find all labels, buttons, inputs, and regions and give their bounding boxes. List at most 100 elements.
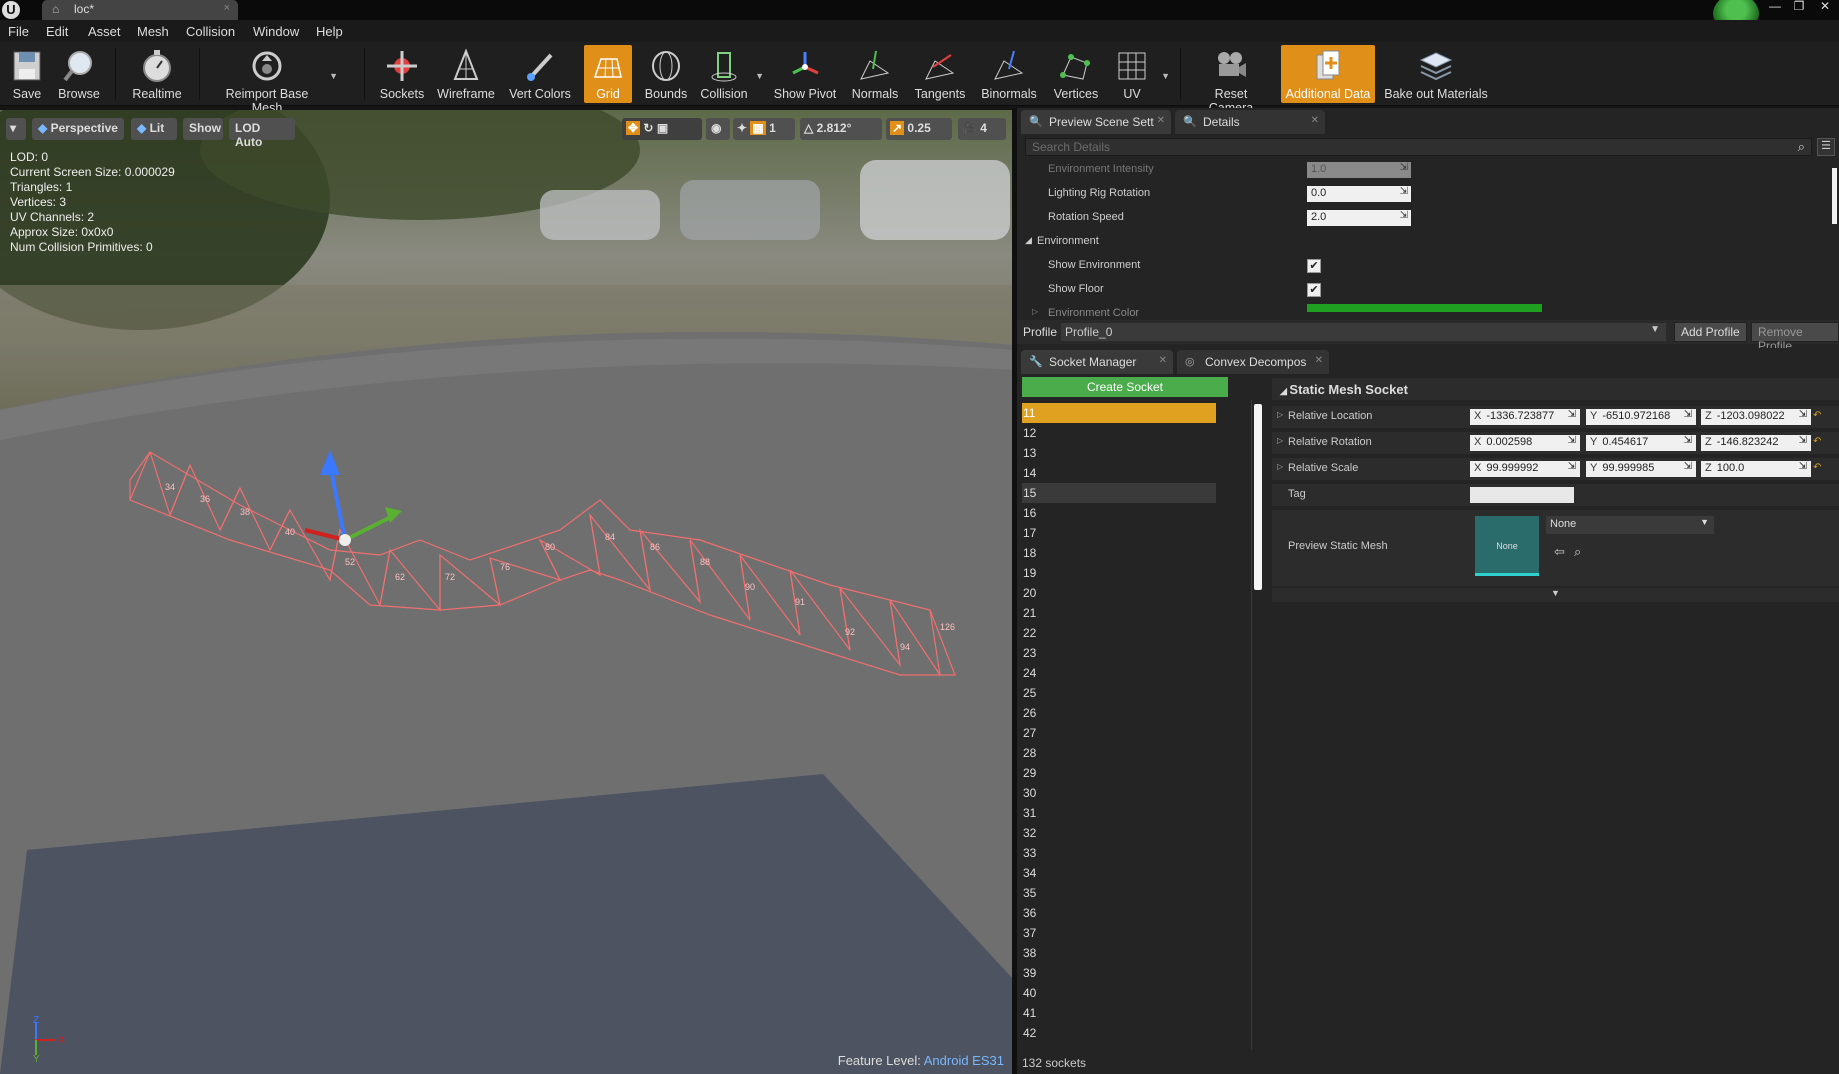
close-tab-icon[interactable]: ×: [224, 2, 230, 14]
location-x-field[interactable]: X -1336.723877 ⇲: [1470, 409, 1580, 425]
bake-out-materials-button[interactable]: Bake out Materials: [1384, 45, 1488, 103]
rotation-speed-field[interactable]: 2.0 ⇲: [1307, 210, 1411, 226]
lighting-rig-field[interactable]: 0.0 ⇲: [1307, 186, 1411, 202]
collision-button[interactable]: Collision ▼: [698, 45, 764, 103]
location-y-field[interactable]: Y -6510.972168 ⇲: [1586, 409, 1696, 425]
realtime-button[interactable]: Realtime: [128, 45, 186, 103]
viewport[interactable]: 34 36 38 40 52 62 72 76 80 84 86 88 90 91 92 94 126 Z…: [0, 110, 1014, 1074]
rotation-z-field[interactable]: Z -146.823242 ⇲: [1701, 435, 1811, 451]
socket-list-item[interactable]: 29: [1022, 763, 1216, 783]
browse-asset-icon[interactable]: ⌕: [1574, 544, 1581, 560]
additional-data-button[interactable]: Additional Data: [1281, 45, 1375, 103]
vertices-button[interactable]: Vertices: [1052, 45, 1100, 103]
grid-snap-icon[interactable]: ▦: [750, 121, 766, 135]
close-tab-icon[interactable]: ✕: [1311, 115, 1319, 126]
scale-snap-icon[interactable]: ↗: [890, 121, 905, 135]
socket-list-item[interactable]: 25: [1022, 683, 1216, 703]
socket-list-item[interactable]: 27: [1022, 723, 1216, 743]
wireframe-button[interactable]: Wireframe: [437, 45, 495, 103]
search-details-input[interactable]: Search Details ⌕: [1025, 138, 1812, 156]
camera-speed-value[interactable]: 4: [980, 121, 987, 135]
scale-snap-value[interactable]: 0.25: [907, 121, 930, 135]
scale-icon[interactable]: ▣: [657, 121, 668, 135]
scale-x-field[interactable]: X 99.999992 ⇲: [1470, 461, 1580, 477]
reset-to-default-icon[interactable]: ↶: [1813, 462, 1821, 473]
tab-details[interactable]: 🔍 Details ✕: [1175, 110, 1325, 134]
rotate-icon[interactable]: ↻: [643, 121, 653, 135]
feature-level-value[interactable]: Android ES31: [924, 1053, 1004, 1068]
rotation-x-field[interactable]: X 0.002598 ⇲: [1470, 435, 1580, 451]
rotation-y-field[interactable]: Y 0.454617 ⇲: [1586, 435, 1696, 451]
location-z-field[interactable]: Z -1203.098022 ⇲: [1701, 409, 1811, 425]
show-pivot-button[interactable]: Show Pivot: [772, 45, 838, 103]
rotation-snap-value[interactable]: 2.812°: [817, 121, 852, 135]
reset-to-default-icon[interactable]: ↶: [1813, 410, 1821, 421]
socket-list-item[interactable]: 36: [1022, 903, 1216, 923]
advanced-expand-icon[interactable]: ▼: [1272, 588, 1839, 602]
rotation-snap-icon[interactable]: △: [804, 121, 813, 135]
details-scrollbar[interactable]: [1832, 168, 1837, 224]
socket-list-item[interactable]: 33: [1022, 843, 1216, 863]
socket-list-item[interactable]: 13: [1022, 443, 1216, 463]
preview-mesh-thumbnail[interactable]: None: [1475, 516, 1539, 576]
transform-tools[interactable]: ✥ ↻ ▣: [622, 118, 702, 140]
socket-list-item[interactable]: 15: [1022, 483, 1216, 503]
preview-mesh-dropdown[interactable]: None ▼: [1546, 516, 1714, 534]
socket-list-item[interactable]: 16: [1022, 503, 1216, 523]
socket-list-item[interactable]: 23: [1022, 643, 1216, 663]
socket-list-item[interactable]: 20: [1022, 583, 1216, 603]
uv-button[interactable]: UV ▼: [1108, 45, 1170, 103]
close-tab-icon[interactable]: ✕: [1159, 355, 1167, 366]
expand-arrow-icon[interactable]: ▷: [1277, 436, 1283, 445]
socket-list-item[interactable]: 26: [1022, 703, 1216, 723]
collapse-arrow-icon[interactable]: ◢: [1280, 386, 1289, 396]
socket-list-item[interactable]: 18: [1022, 543, 1216, 563]
browse-button[interactable]: Browse: [56, 45, 102, 103]
socket-list-scrollbar[interactable]: [1254, 404, 1262, 590]
tab-preview-scene[interactable]: 🔍 Preview Scene Sett ✕: [1021, 110, 1171, 134]
scale-snap-control[interactable]: ↗ 0.25: [886, 118, 952, 140]
collapse-arrow-icon[interactable]: ◢: [1025, 235, 1032, 246]
document-tab[interactable]: ⌂ loc* ×: [42, 0, 238, 20]
menu-help[interactable]: Help: [316, 24, 343, 39]
reimport-dropdown-icon[interactable]: ▼: [329, 71, 338, 81]
show-floor-checkbox[interactable]: ✔: [1307, 283, 1321, 297]
tangents-button[interactable]: Tangents: [912, 45, 968, 103]
socket-list-item[interactable]: 40: [1022, 983, 1216, 1003]
socket-list-item[interactable]: 35: [1022, 883, 1216, 903]
menu-collision[interactable]: Collision: [186, 24, 235, 39]
socket-list-item[interactable]: 31: [1022, 803, 1216, 823]
socket-list-item[interactable]: 24: [1022, 663, 1216, 683]
binormals-button[interactable]: Binormals: [979, 45, 1039, 103]
grid-snap-value[interactable]: 1: [769, 121, 776, 135]
socket-list-item[interactable]: 43: [1022, 1043, 1216, 1048]
show-button[interactable]: Show: [183, 118, 223, 140]
env-color-swatch[interactable]: [1307, 304, 1542, 312]
menu-mesh[interactable]: Mesh: [137, 24, 169, 39]
env-intensity-field[interactable]: 1.0 ⇲: [1307, 162, 1411, 178]
socket-list-item[interactable]: 28: [1022, 743, 1216, 763]
menu-file[interactable]: File: [8, 24, 29, 39]
expand-arrow-icon[interactable]: ▷: [1032, 307, 1038, 316]
use-selected-asset-icon[interactable]: ⇦: [1554, 544, 1565, 560]
socket-list-item[interactable]: 42: [1022, 1023, 1216, 1043]
minimize-button[interactable]: —: [1764, 0, 1786, 14]
reimport-base-mesh-button[interactable]: Reimport Base Mesh ▼: [210, 45, 338, 115]
socket-list-item[interactable]: 39: [1022, 963, 1216, 983]
search-icon[interactable]: ⌕: [1798, 139, 1805, 155]
grid-snap-control[interactable]: ✦ ▦ 1: [733, 118, 795, 140]
environment-category[interactable]: ◢ Environment: [1017, 232, 1839, 252]
bounds-button[interactable]: Bounds: [643, 45, 689, 103]
socket-list-item[interactable]: 34: [1022, 863, 1216, 883]
socket-list-item[interactable]: 21: [1022, 603, 1216, 623]
socket-list-item[interactable]: 41: [1022, 1003, 1216, 1023]
world-local-icon[interactable]: ◉: [706, 118, 730, 140]
create-socket-button[interactable]: Create Socket: [1022, 377, 1228, 397]
socket-list-item[interactable]: 19: [1022, 563, 1216, 583]
rotation-snap-control[interactable]: △ 2.812°: [800, 118, 882, 140]
reset-camera-button[interactable]: Reset Camera: [1192, 45, 1270, 115]
surface-snap-icon[interactable]: ✦: [737, 121, 747, 135]
tab-socket-manager[interactable]: 🔧 Socket Manager ✕: [1021, 350, 1173, 374]
expand-arrow-icon[interactable]: ▷: [1277, 410, 1283, 419]
viewport-options-button[interactable]: ▾: [6, 118, 26, 140]
